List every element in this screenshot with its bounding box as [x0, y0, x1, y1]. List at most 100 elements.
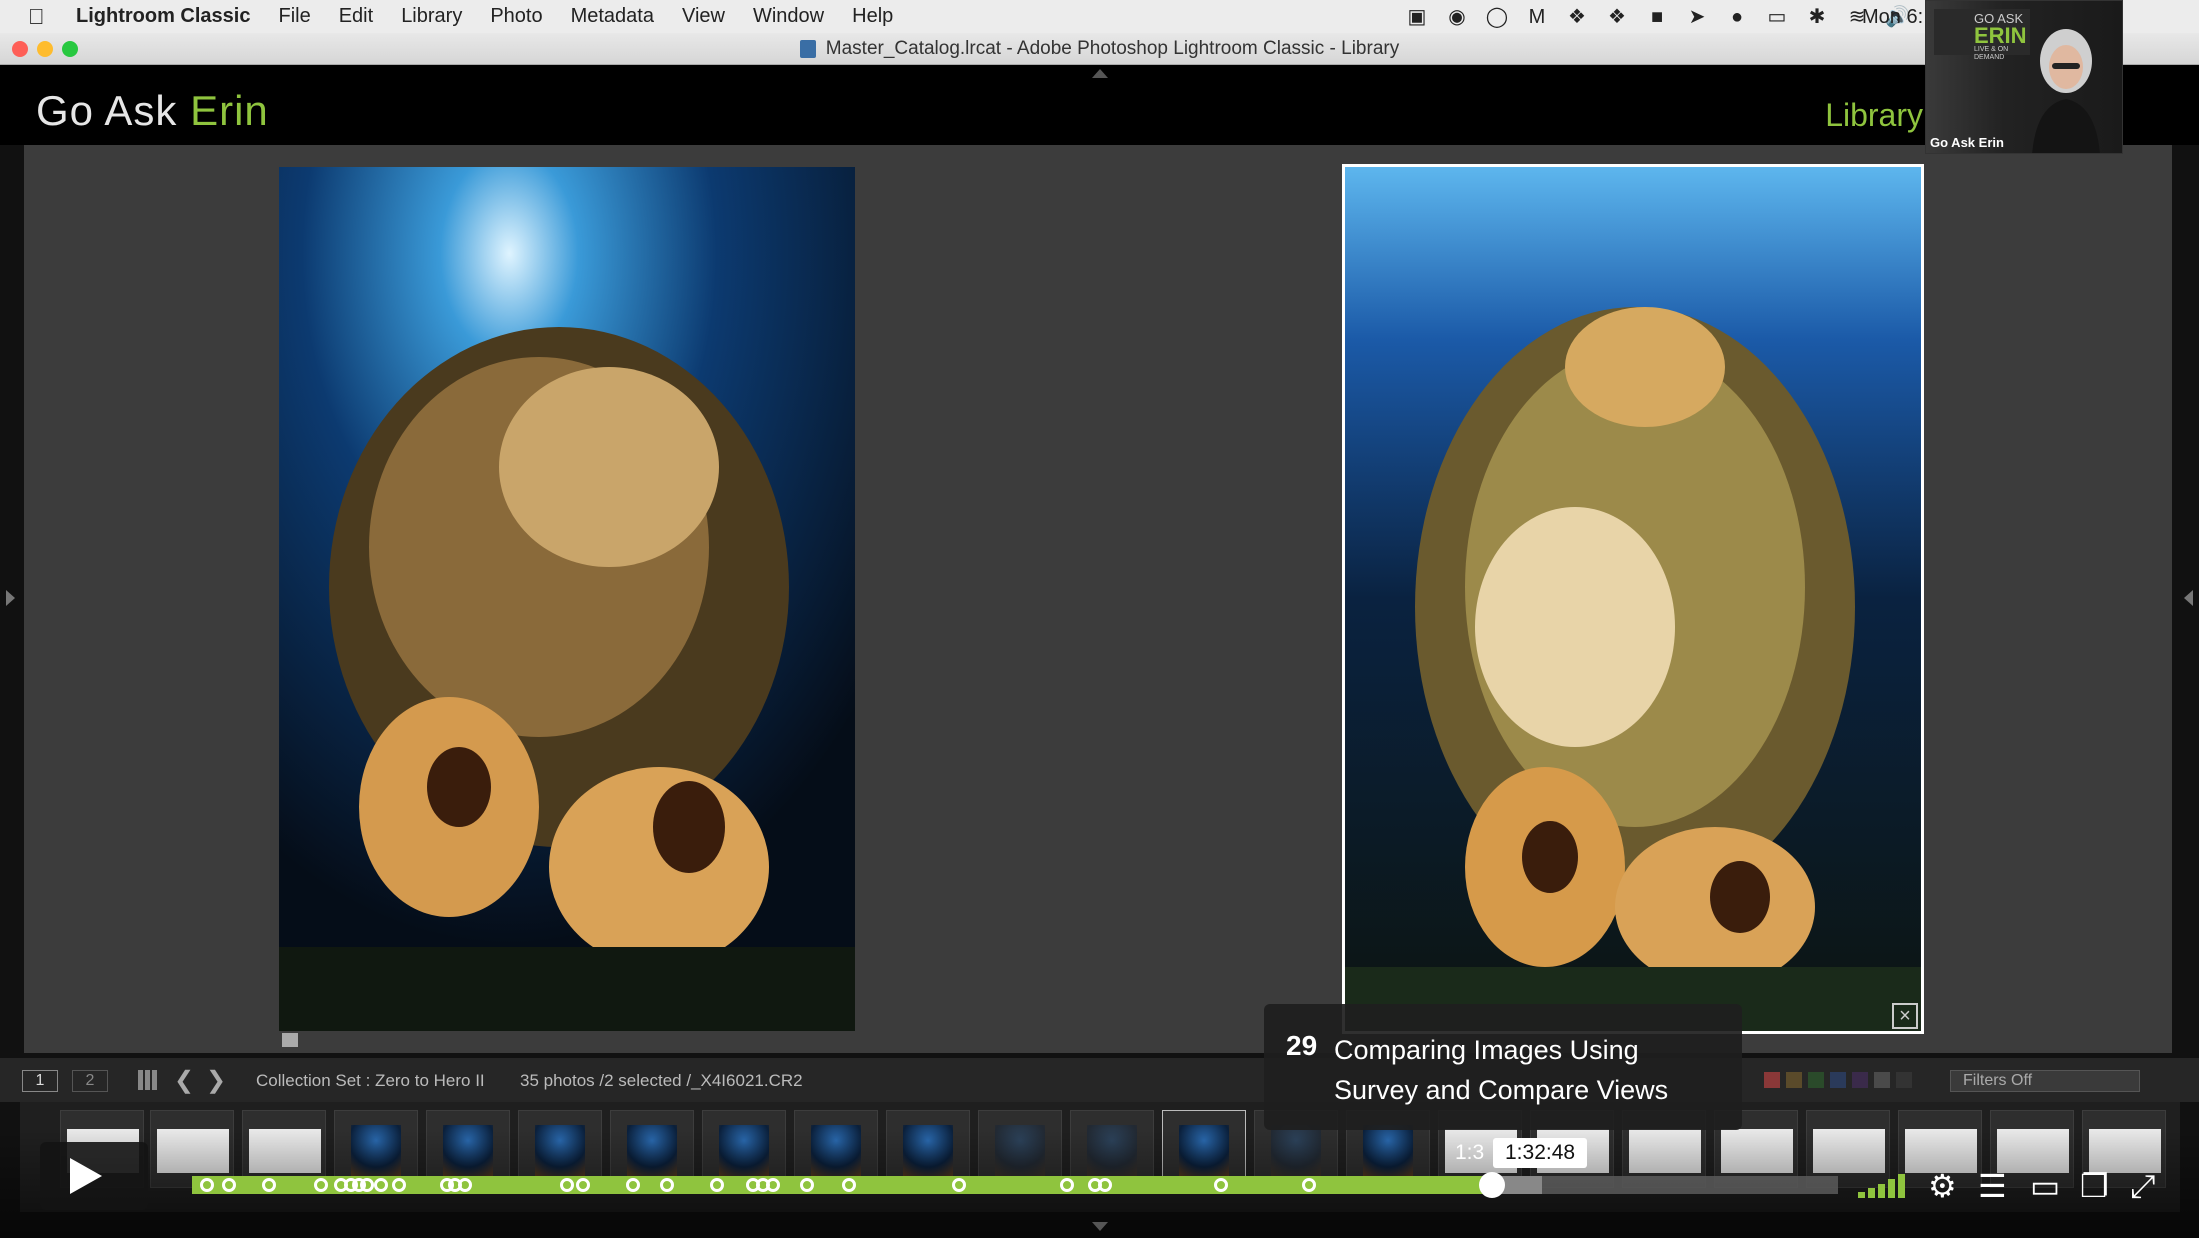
chapter-marker[interactable] — [660, 1178, 674, 1192]
lr-header: Go Ask Erin Library — [0, 65, 2199, 145]
filmstrip-toolbar: 1 2 ❮ ❯ Collection Set : Zero to Hero II… — [0, 1058, 2199, 1102]
filmstrip-source[interactable]: Collection Set : Zero to Hero II — [256, 1071, 485, 1091]
label-other-swatch[interactable] — [1874, 1072, 1890, 1088]
m-app-icon[interactable]: M — [1525, 6, 1549, 28]
close-window-button[interactable] — [12, 41, 28, 57]
flag-icon[interactable] — [282, 1033, 298, 1047]
chapter-marker[interactable] — [766, 1178, 780, 1192]
window-title: Master_Catalog.lrcat - Adobe Photoshop L… — [825, 37, 1400, 59]
go-ask-erin-logo: GO ASK ERIN LIVE & ON DEMAND — [1934, 9, 2030, 61]
hover-time-tooltip: 1:32:48 — [1493, 1138, 1588, 1168]
chapter-marker[interactable] — [222, 1178, 236, 1192]
chapter-marker[interactable] — [360, 1178, 374, 1192]
chapter-title: Comparing Images Using Survey and Compar… — [1334, 1035, 1669, 1105]
label-red-swatch[interactable] — [1764, 1072, 1780, 1088]
menu-file[interactable]: File — [278, 5, 310, 28]
coral-reef-photo-candidate — [1345, 167, 1921, 1031]
play-icon — [70, 1158, 102, 1194]
chapter-marker[interactable] — [1302, 1178, 1316, 1192]
camera-icon[interactable]: ■ — [1645, 6, 1669, 28]
mac-menubar:  Lightroom Classic File Edit Library Ph… — [0, 0, 2199, 33]
chapter-marker[interactable] — [842, 1178, 856, 1192]
menu-library[interactable]: Library — [401, 5, 462, 28]
presenter-name: Go Ask Erin — [1930, 135, 2004, 150]
dropbox-icon[interactable]: ❖ — [1605, 6, 1629, 28]
chapter-marker[interactable] — [1098, 1178, 1112, 1192]
menu-help[interactable]: Help — [852, 5, 893, 28]
picture-in-picture-icon[interactable]: ❐ — [2080, 1170, 2109, 1202]
filmstrip-selection-count[interactable]: 35 photos /2 selected /_X4I6021.CR2 — [520, 1071, 803, 1091]
screen-record-icon[interactable]: ▣ — [1405, 6, 1429, 28]
window-titlebar: Master_Catalog.lrcat - Adobe Photoshop L… — [0, 33, 2199, 65]
expand-right-panel-icon[interactable] — [2184, 590, 2193, 606]
volume-bars-icon[interactable] — [1858, 1174, 1910, 1198]
identity-plate: Go Ask Erin — [36, 87, 269, 135]
secondary-window-button[interactable]: 2 — [72, 1070, 108, 1092]
menu-photo[interactable]: Photo — [490, 5, 542, 28]
zoom-window-button[interactable] — [62, 41, 78, 57]
main-window-button[interactable]: 1 — [22, 1070, 58, 1092]
chapter-marker[interactable] — [392, 1178, 406, 1192]
close-candidate-icon[interactable]: × — [1892, 1003, 1918, 1029]
chapter-marker[interactable] — [710, 1178, 724, 1192]
record-icon[interactable]: ● — [1725, 6, 1749, 28]
label-none-swatch[interactable] — [1896, 1072, 1912, 1088]
webcam-overlay: GO ASK ERIN LIVE & ON DEMAND Go Ask Erin — [1925, 0, 2123, 154]
menu-app-name[interactable]: Lightroom Classic — [76, 5, 250, 28]
label-yellow-swatch[interactable] — [1786, 1072, 1802, 1088]
chapter-marker[interactable] — [560, 1178, 574, 1192]
presenter-video — [2032, 29, 2100, 153]
menu-view[interactable]: View — [682, 5, 725, 28]
chapter-marker[interactable] — [262, 1178, 276, 1192]
brand-accent-text: Erin — [190, 87, 269, 134]
back-arrow-icon[interactable]: ❮ — [174, 1066, 194, 1095]
chapter-marker[interactable] — [952, 1178, 966, 1192]
module-library[interactable]: Library — [1825, 97, 1923, 134]
play-button[interactable] — [40, 1142, 148, 1210]
grid-view-icon[interactable] — [138, 1070, 158, 1090]
video-timeline[interactable] — [192, 1172, 1838, 1198]
filter-preset-select[interactable]: Filters Off — [1950, 1070, 2140, 1092]
creative-cloud-icon[interactable]: ◉ — [1445, 6, 1469, 28]
airplay-icon[interactable]: ▭ — [1765, 6, 1789, 28]
label-purple-swatch[interactable] — [1852, 1072, 1868, 1088]
collapse-bottom-panel-icon[interactable] — [1092, 1222, 1108, 1231]
compare-photo-candidate[interactable] — [1342, 164, 1924, 1034]
hover-time-prefix: 1:3 — [1455, 1141, 1485, 1164]
chapters-list-icon[interactable]: ☰ — [1978, 1170, 2007, 1202]
chapter-marker[interactable] — [458, 1178, 472, 1192]
chapter-marker[interactable] — [576, 1178, 590, 1192]
coral-reef-photo-select — [279, 167, 855, 1031]
chapter-marker[interactable] — [1214, 1178, 1228, 1192]
menu-window[interactable]: Window — [753, 5, 824, 28]
chapter-marker[interactable] — [374, 1178, 388, 1192]
chapter-marker[interactable] — [1060, 1178, 1074, 1192]
one-password-icon[interactable]: ◯ — [1485, 6, 1509, 28]
expand-left-panel-icon[interactable] — [6, 590, 15, 606]
app-window:  Lightroom Classic File Edit Library Ph… — [0, 0, 2199, 1238]
airplay-icon[interactable]: ▭ — [2030, 1170, 2060, 1202]
forward-arrow-icon[interactable]: ❯ — [206, 1066, 226, 1095]
chapter-marker[interactable] — [626, 1178, 640, 1192]
apple-icon[interactable]:  — [28, 4, 58, 30]
chapter-marker[interactable] — [800, 1178, 814, 1192]
status-tray: ▣ ◉ ◯ M ❖ ❖ ■ ➤ ● ▭ ✱ ≋ 🔊 — [1405, 0, 1910, 33]
minimize-window-button[interactable] — [37, 41, 53, 57]
bartender-icon[interactable]: ❖ — [1565, 6, 1589, 28]
label-blue-swatch[interactable] — [1830, 1072, 1846, 1088]
compare-photo-select[interactable] — [279, 167, 855, 1031]
settings-gear-icon[interactable]: ⚙ — [1928, 1170, 1957, 1202]
chapter-marker[interactable] — [200, 1178, 214, 1192]
playhead-handle[interactable] — [1479, 1172, 1506, 1198]
menu-edit[interactable]: Edit — [339, 5, 373, 28]
chapter-overlay[interactable]: 29 Comparing Images Using Survey and Com… — [1264, 1004, 1742, 1130]
forward-icon[interactable]: ➤ — [1685, 6, 1709, 28]
menu-metadata[interactable]: Metadata — [571, 5, 654, 28]
chapter-marker[interactable] — [314, 1178, 328, 1192]
menubar-clock[interactable]: Mon 6: — [1862, 6, 1923, 29]
fullscreen-icon[interactable]: ⤢ — [2130, 1170, 2156, 1202]
bluetooth-icon[interactable]: ✱ — [1805, 6, 1829, 28]
logo-main-text: ERIN — [1974, 23, 2027, 48]
collapse-top-panel-icon[interactable] — [1092, 69, 1108, 78]
label-green-swatch[interactable] — [1808, 1072, 1824, 1088]
